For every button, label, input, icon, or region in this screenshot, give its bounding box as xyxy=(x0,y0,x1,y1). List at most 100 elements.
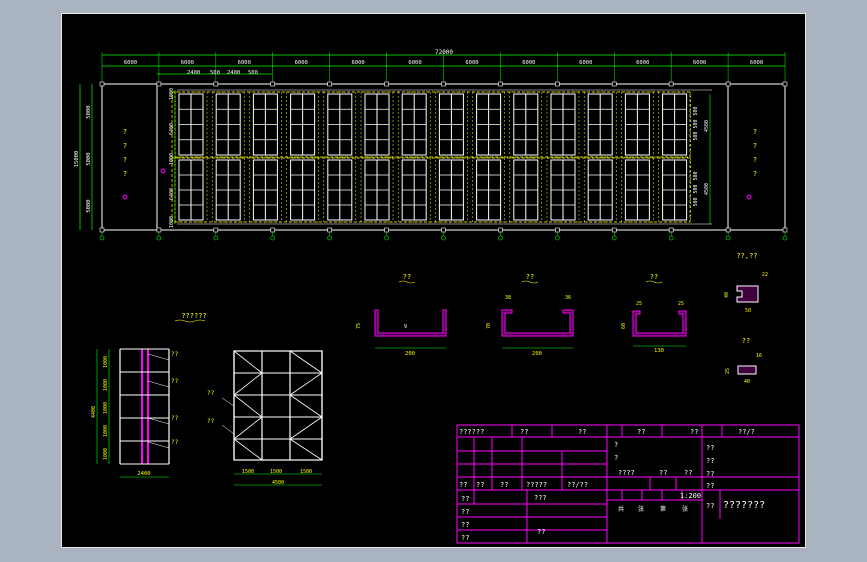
front-brace xyxy=(289,372,323,396)
column-bottom xyxy=(99,227,105,233)
column-bottom xyxy=(725,227,731,233)
side-leader xyxy=(147,441,170,449)
column-top xyxy=(611,81,617,87)
tb-sheet-3: 张 xyxy=(682,505,688,513)
right-room-text-3: ? xyxy=(753,170,757,178)
side-label-1: ?? xyxy=(171,378,179,385)
section-underline-3 xyxy=(645,280,663,284)
tb-sign-1: ??? xyxy=(534,494,547,502)
c1-width: 200 xyxy=(405,351,415,357)
front-brace xyxy=(233,438,263,461)
dim-right-top-1: 500 xyxy=(693,119,699,128)
tb-left-row-1: ?? xyxy=(476,481,484,489)
bay-dim-label: 6000 xyxy=(352,60,365,66)
front-brace xyxy=(233,372,263,396)
door-icon-left xyxy=(122,194,128,200)
c1-lip: 9 xyxy=(404,324,407,330)
tb-left-col-3: ?? xyxy=(461,534,469,542)
tb-row1-3: ?? xyxy=(637,428,645,436)
rack-title: ?????? xyxy=(181,312,206,320)
tb-q1: ? xyxy=(614,441,618,449)
bay-dim-label: 6000 xyxy=(636,60,649,66)
sp2-width: 40 xyxy=(744,379,750,385)
column-marker xyxy=(270,235,276,241)
c-channel-1 xyxy=(374,309,447,337)
tb-drawing-title: ??????? xyxy=(723,500,765,511)
column-bottom xyxy=(782,227,788,233)
c3-lip-right: 25 xyxy=(678,301,684,307)
dim-inner-left-1: 6400 xyxy=(169,123,175,135)
dim-left-total: 15000 xyxy=(74,151,80,168)
dim-sub-2: 2400 xyxy=(227,70,240,76)
tb-row1-1: ?? xyxy=(520,428,528,436)
section-title-4: ??,?? xyxy=(736,252,757,260)
cad-drawing: 72000 6000 6000 6000 6000 6000 6000 6000 6000 60… xyxy=(74,49,800,544)
section-title-5: ?? xyxy=(742,337,750,345)
tb-mid-3: ?? xyxy=(706,482,714,490)
front-brace xyxy=(233,416,263,440)
front-brace xyxy=(289,416,323,440)
column-bottom xyxy=(498,227,503,233)
column-marker xyxy=(441,235,446,241)
column-top xyxy=(213,81,219,87)
column-top xyxy=(668,81,674,87)
tb-left-row-0: ?? xyxy=(459,481,467,489)
c2-width: 200 xyxy=(532,351,542,357)
column-top xyxy=(99,81,105,87)
dim-sub-1: 500 xyxy=(210,70,220,76)
front-rack-elevation xyxy=(221,350,323,461)
column-top xyxy=(441,81,446,87)
dim-right-bottom-2: 500 xyxy=(693,197,699,206)
column-bottom xyxy=(611,227,617,233)
side-leader xyxy=(147,417,170,425)
tb-row1-5: ??/? xyxy=(738,428,755,436)
front-total: 4500 xyxy=(272,480,284,486)
column-marker xyxy=(668,235,674,241)
front-dim-0: 1500 xyxy=(242,469,254,475)
tb-mid-0: ???? xyxy=(618,469,635,477)
column-top xyxy=(498,81,503,87)
column-top xyxy=(782,81,788,87)
tb-left-row-3: ????? xyxy=(526,481,547,489)
column-top xyxy=(327,81,332,87)
front-label-0: ?? xyxy=(207,390,215,397)
tb-row1-2: ?? xyxy=(578,428,586,436)
door-icon-inner xyxy=(160,168,166,174)
c2-height: 70 xyxy=(486,323,492,329)
side-total: 4400 xyxy=(91,406,97,418)
front-brace xyxy=(233,394,263,418)
left-room-text-3: ? xyxy=(123,170,127,178)
c-channel-2 xyxy=(501,309,574,337)
front-brace xyxy=(289,394,323,418)
tb-left-row-2: ?? xyxy=(500,481,508,489)
section-title-1: ?? xyxy=(403,273,411,281)
tb-left-col-4: ?? xyxy=(706,502,714,510)
front-label-1: ?? xyxy=(207,418,215,425)
c3-height: 60 xyxy=(621,323,627,329)
column-marker xyxy=(99,235,105,241)
dim-right-top-0: 500 xyxy=(693,106,699,115)
title-block-text: ?????? ?? ?? ?? ?? ??/? ? ? ?? ?? ?? ???… xyxy=(459,428,765,542)
bay-dim-label: 6000 xyxy=(124,60,137,66)
rack-rows xyxy=(171,91,691,223)
column-bottom xyxy=(156,227,162,233)
column-top xyxy=(156,81,162,87)
dim-right-bottom-3: 4500 xyxy=(704,183,710,195)
side-dim-0: 1000 xyxy=(103,356,109,368)
right-room-text-2: ? xyxy=(753,156,757,164)
bay-dim-label: 6000 xyxy=(522,60,535,66)
section-title-2: ?? xyxy=(526,273,534,281)
dim-left-0: 5000 xyxy=(86,105,92,118)
front-brace xyxy=(289,438,323,461)
side-label-2: ?? xyxy=(171,415,179,422)
side-dim-2: 1000 xyxy=(103,402,109,414)
column-bottom xyxy=(213,227,219,233)
sp2-lip: 16 xyxy=(756,353,762,359)
column-marker xyxy=(327,235,332,241)
side-label-0: ?? xyxy=(171,351,179,358)
dim-overall-text: 72000 xyxy=(435,49,453,56)
bay-dim-label: 6000 xyxy=(408,60,421,66)
section-title-3: ?? xyxy=(650,273,658,281)
floor-plan: 72000 6000 6000 6000 6000 6000 6000 6000 6000 60… xyxy=(74,49,788,241)
tb-q3: ?? xyxy=(706,444,714,452)
